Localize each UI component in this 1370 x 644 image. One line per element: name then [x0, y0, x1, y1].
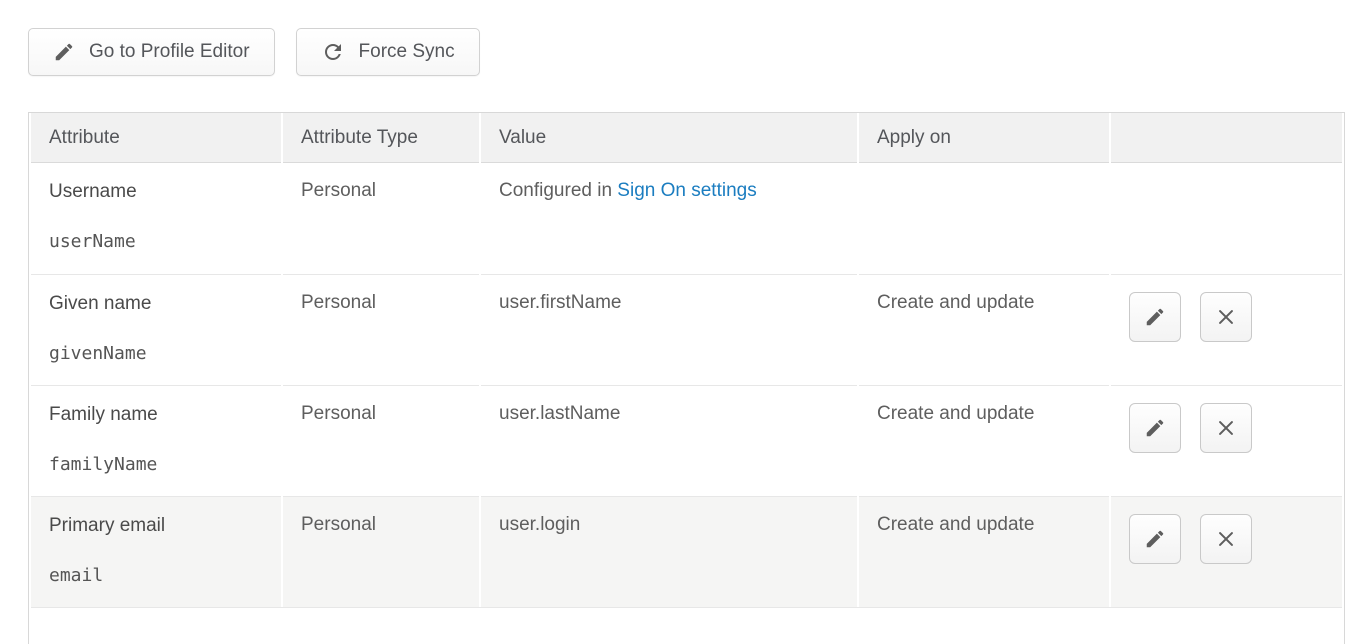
column-header-attribute-type: Attribute Type: [283, 113, 479, 163]
attribute-type-cell: Personal: [283, 385, 479, 496]
table-row-family-name: Family name familyName Personal user.las…: [31, 385, 1342, 496]
value-cell: user.login: [481, 496, 857, 607]
attribute-display-name: Username: [49, 180, 269, 203]
delete-attribute-button[interactable]: [1200, 514, 1252, 564]
value-cell: user.firstName: [481, 274, 857, 385]
attribute-mapping-table: Attribute Attribute Type Value Apply on …: [28, 112, 1345, 644]
pencil-icon: [1144, 528, 1166, 550]
attribute-display-name: Given name: [49, 292, 269, 315]
attribute-variable-name: familyName: [49, 454, 269, 476]
toolbar: Go to Profile Editor Force Sync: [28, 28, 480, 76]
table-row-partial: [31, 607, 1342, 644]
pencil-icon: [1144, 417, 1166, 439]
actions-cell: [1111, 496, 1342, 607]
apply-on-cell: Create and update: [859, 385, 1109, 496]
pencil-icon: [53, 41, 75, 63]
actions-cell: [1111, 163, 1342, 274]
table-header-row: Attribute Attribute Type Value Apply on: [31, 113, 1342, 163]
column-header-apply-on: Apply on: [859, 113, 1109, 163]
attribute-mappings-page: Go to Profile Editor Force Sync Attribut…: [0, 0, 1370, 644]
delete-attribute-button[interactable]: [1200, 403, 1252, 453]
value-cell: Configured in Sign On settings: [481, 163, 857, 274]
sign-on-settings-link[interactable]: Sign On settings: [617, 180, 756, 201]
attribute-type-cell: Personal: [283, 496, 479, 607]
attribute-cell: Given name givenName: [31, 274, 281, 385]
column-header-value: Value: [481, 113, 857, 163]
apply-on-cell: Create and update: [859, 496, 1109, 607]
attribute-variable-name: email: [49, 565, 269, 587]
attribute-cell: Username userName: [31, 163, 281, 274]
attribute-variable-name: userName: [49, 231, 269, 253]
apply-on-cell: [859, 163, 1109, 274]
edit-attribute-button[interactable]: [1129, 514, 1181, 564]
attribute-type-cell: Personal: [283, 163, 479, 274]
table-row-given-name: Given name givenName Personal user.first…: [31, 274, 1342, 385]
attribute-variable-name: givenName: [49, 343, 269, 365]
force-sync-label: Force Sync: [359, 41, 455, 63]
force-sync-button[interactable]: Force Sync: [296, 28, 480, 76]
empty-cell: [31, 607, 1342, 644]
actions-cell: [1111, 385, 1342, 496]
refresh-icon: [321, 40, 345, 64]
value-text: Configured in: [499, 180, 617, 201]
attribute-display-name: Family name: [49, 403, 269, 426]
go-to-profile-editor-button[interactable]: Go to Profile Editor: [28, 28, 275, 76]
delete-attribute-button[interactable]: [1200, 292, 1252, 342]
value-cell: user.lastName: [481, 385, 857, 496]
attribute-display-name: Primary email: [49, 514, 269, 537]
close-icon: [1215, 306, 1237, 328]
table-row-username: Username userName Personal Configured in…: [31, 163, 1342, 274]
close-icon: [1215, 528, 1237, 550]
edit-attribute-button[interactable]: [1129, 292, 1181, 342]
attribute-cell: Family name familyName: [31, 385, 281, 496]
close-icon: [1215, 417, 1237, 439]
go-to-profile-editor-label: Go to Profile Editor: [89, 41, 250, 63]
actions-cell: [1111, 274, 1342, 385]
column-header-actions: [1111, 113, 1342, 163]
pencil-icon: [1144, 306, 1166, 328]
column-header-attribute: Attribute: [31, 113, 281, 163]
edit-attribute-button[interactable]: [1129, 403, 1181, 453]
attribute-cell: Primary email email: [31, 496, 281, 607]
table-row-primary-email: Primary email email Personal user.login …: [31, 496, 1342, 607]
apply-on-cell: Create and update: [859, 274, 1109, 385]
attribute-type-cell: Personal: [283, 274, 479, 385]
